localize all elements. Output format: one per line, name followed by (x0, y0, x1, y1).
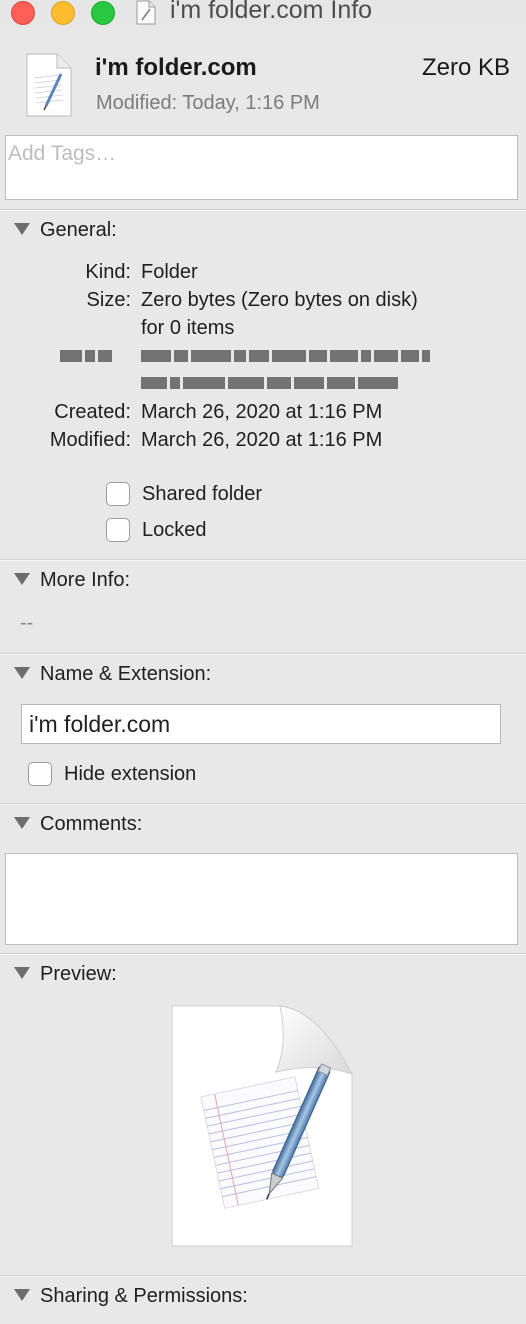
name-field[interactable] (21, 704, 501, 744)
tags-field[interactable] (5, 135, 518, 200)
text-document-with-pen-icon (171, 1005, 354, 1247)
more-info-section-toggle[interactable]: More Info: (14, 569, 130, 597)
name-input[interactable] (22, 705, 500, 743)
disclosure-triangle-icon (14, 1289, 30, 1301)
disclosure-triangle-icon (14, 667, 30, 679)
section-title: Comments: (40, 813, 143, 835)
file-name: i'm folder.com (95, 54, 257, 81)
name-extension-section-toggle[interactable]: Name & Extension: (14, 663, 211, 691)
divider (0, 1275, 526, 1277)
section-title: General: (40, 219, 117, 241)
more-info-value: -- (20, 612, 34, 634)
file-size: Zero KB (421, 54, 510, 81)
divider (0, 653, 526, 655)
size-items-value: for 0 items (141, 317, 235, 339)
section-title: Sharing & Permissions: (40, 1285, 248, 1307)
section-title: More Info: (40, 569, 131, 591)
kind-value: Folder (141, 261, 198, 283)
divider (0, 803, 526, 805)
sharing-permissions-section-toggle[interactable]: Sharing & Permissions: (14, 1285, 248, 1313)
hide-extension-checkbox[interactable] (28, 762, 52, 786)
locked-option[interactable]: Locked (106, 518, 207, 542)
where-path-redacted (141, 349, 430, 363)
shared-folder-label: Shared folder (142, 482, 263, 505)
close-button[interactable] (11, 1, 35, 25)
comments-field[interactable] (5, 853, 518, 945)
created-row: Created: March 26, 2020 at 1:16 PM (0, 401, 526, 429)
section-title: Name & Extension: (40, 663, 212, 685)
kind-row: Kind: Folder (0, 261, 526, 289)
minimize-button[interactable] (51, 1, 75, 25)
locked-label: Locked (142, 518, 207, 541)
size-value: Zero bytes (Zero bytes on disk) (141, 289, 418, 311)
divider (0, 559, 526, 561)
modified-label: Modified: (49, 429, 131, 451)
modified-value: March 26, 2020 at 1:16 PM (141, 429, 383, 451)
disclosure-triangle-icon (14, 573, 30, 585)
modified-row: Modified: March 26, 2020 at 1:16 PM (0, 429, 526, 457)
general-section-toggle[interactable]: General: (14, 219, 117, 247)
locked-checkbox[interactable] (106, 518, 130, 542)
kind-label: Kind: (85, 261, 131, 283)
title-bar: i'm folder.com Info (0, 0, 526, 28)
size-label: Size: (86, 289, 131, 311)
where-path-redacted-2 (141, 376, 398, 390)
comments-textarea[interactable] (6, 854, 517, 944)
disclosure-triangle-icon (14, 817, 30, 829)
where-label-redacted (60, 349, 112, 363)
preview-section-toggle[interactable]: Preview: (14, 963, 117, 991)
created-label: Created: (54, 401, 131, 423)
divider (0, 953, 526, 955)
modified-summary: Modified: Today, 1:16 PM (96, 92, 320, 114)
tags-input[interactable] (6, 136, 517, 172)
divider (0, 209, 526, 211)
zoom-button[interactable] (91, 1, 115, 25)
section-title: Preview: (40, 963, 117, 985)
shared-folder-option[interactable]: Shared folder (106, 482, 262, 506)
disclosure-triangle-icon (14, 967, 30, 979)
document-icon (136, 0, 156, 25)
comments-section-toggle[interactable]: Comments: (14, 813, 142, 841)
size-row-2: for 0 items (0, 317, 526, 345)
hide-extension-label: Hide extension (64, 762, 197, 785)
shared-folder-checkbox[interactable] (106, 482, 130, 506)
hide-extension-option[interactable]: Hide extension (28, 762, 196, 786)
document-icon (26, 53, 72, 117)
size-row: Size: Zero bytes (Zero bytes on disk) (0, 289, 526, 317)
created-value: March 26, 2020 at 1:16 PM (141, 401, 383, 423)
window-title: i'm folder.com Info (170, 0, 373, 24)
disclosure-triangle-icon (14, 223, 30, 235)
